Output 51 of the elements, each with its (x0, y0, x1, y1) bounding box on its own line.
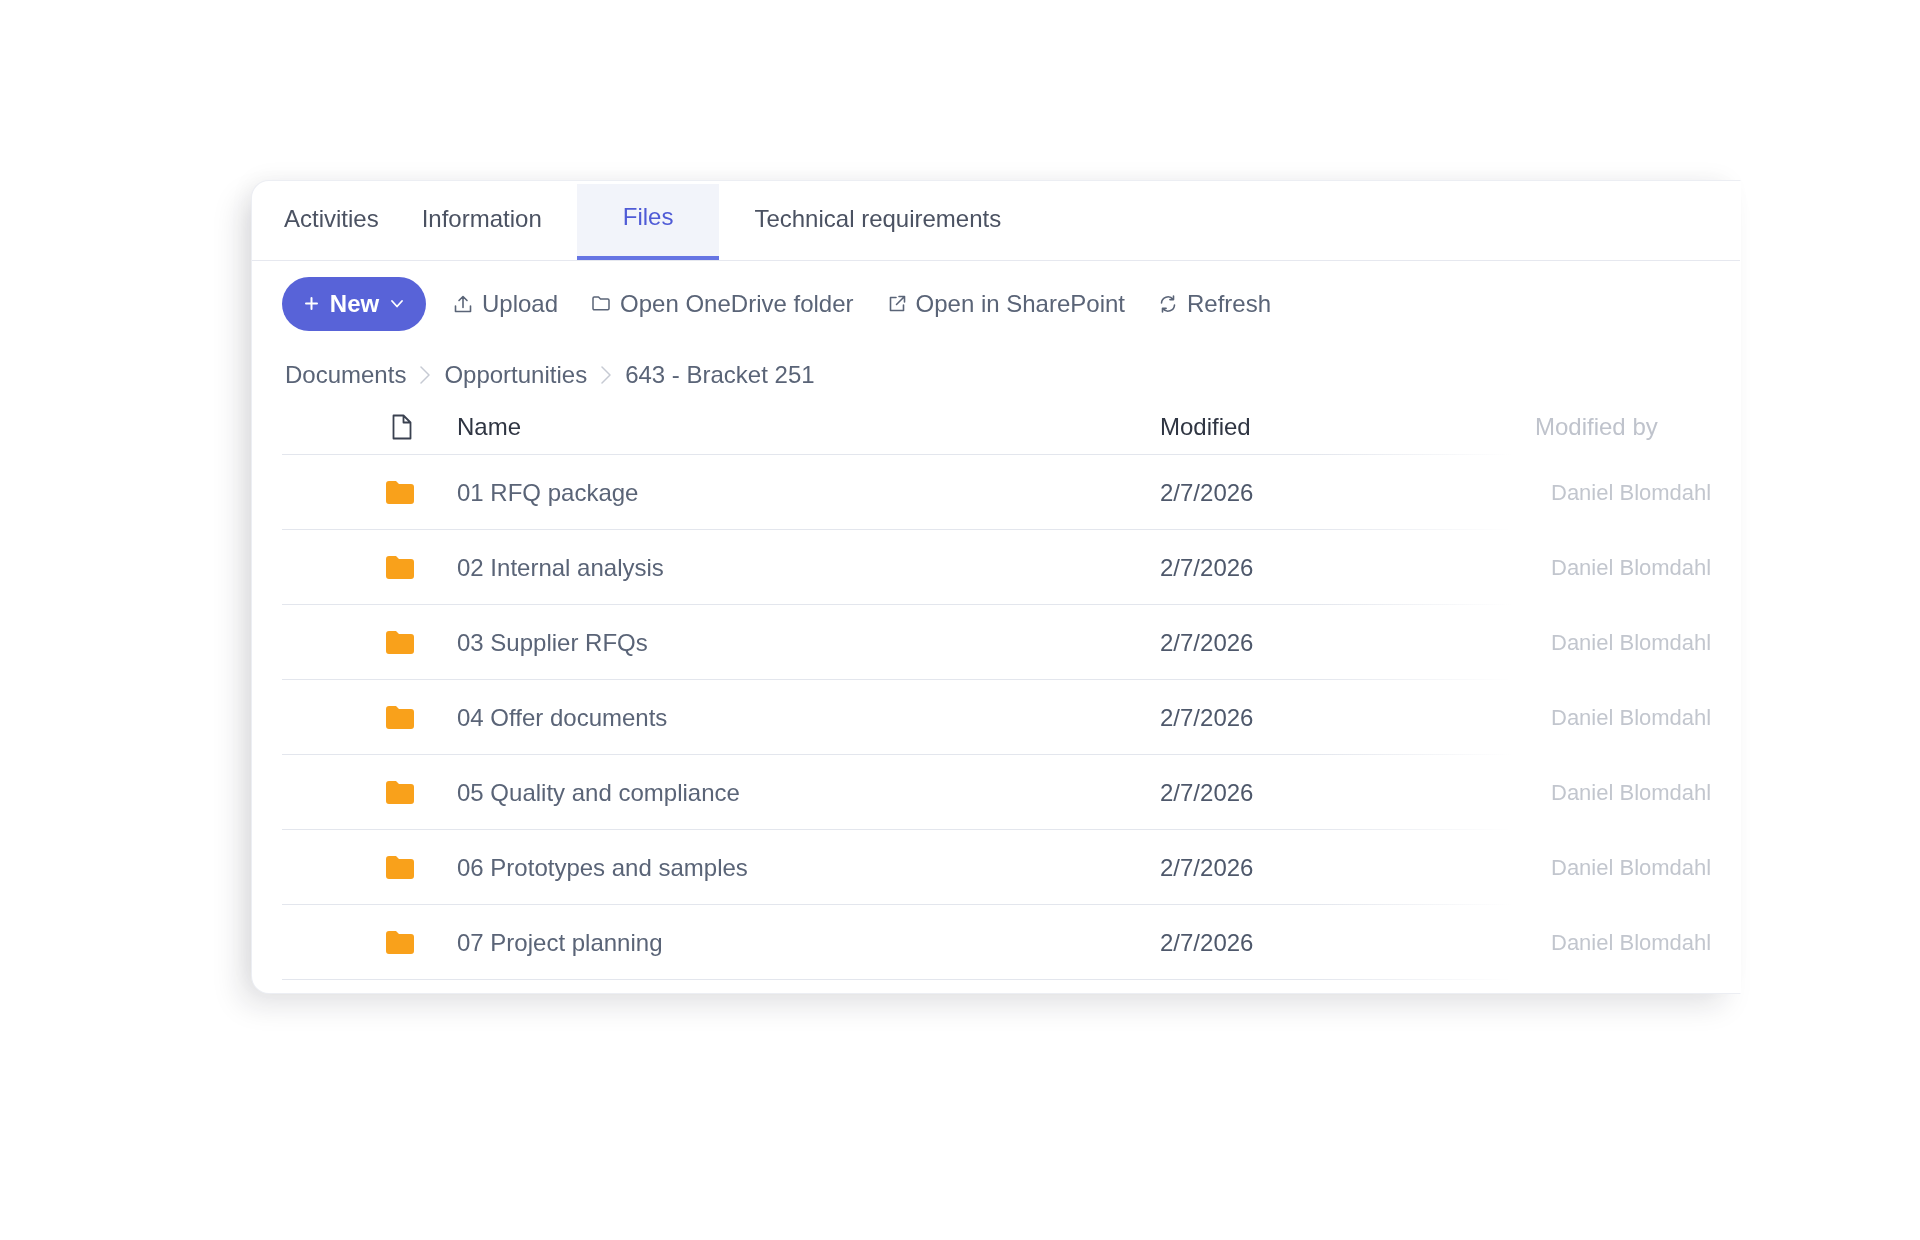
modified-date: 2/7/2026 (1160, 628, 1254, 657)
modified-date: 2/7/2026 (1160, 478, 1254, 507)
open-folder-button[interactable]: Open OneDrive folder (586, 286, 860, 321)
new-button[interactable]: New (282, 276, 426, 331)
column-header[interactable]: Name (457, 412, 522, 441)
modified-by-name: Daniel Blomdahl (1551, 929, 1712, 956)
folder-name[interactable]: 04 Offer documents (457, 703, 668, 732)
modified-by-name: Daniel Blomdahl (1551, 479, 1712, 506)
column-header[interactable]: Modified (1160, 412, 1251, 441)
folder-icon (386, 931, 414, 954)
modified-date: 2/7/2026 (1160, 928, 1254, 957)
folder-name[interactable]: 02 Internal analysis (457, 553, 664, 582)
folder-icon (386, 481, 414, 504)
folder-icon (386, 856, 414, 879)
folder-icon (592, 296, 611, 311)
modified-date: 2/7/2026 (1160, 703, 1254, 732)
folder-icon (386, 781, 414, 804)
refresh-icon (1159, 294, 1177, 313)
external-link-icon (887, 294, 906, 313)
breadcrumb-current: 643 - Bracket 251 (625, 361, 815, 389)
upload-button[interactable]: Upload (448, 286, 565, 321)
tab[interactable]: Technical requirements (746, 201, 1010, 237)
modified-by-name: Daniel Blomdahl (1551, 704, 1712, 731)
folder-name[interactable]: 03 Supplier RFQs (457, 628, 648, 657)
breadcrumb-link[interactable]: Opportunities (444, 361, 588, 389)
folder-name[interactable]: 07 Project planning (457, 928, 663, 957)
file-icon (392, 413, 412, 440)
tab[interactable]: Information (413, 201, 550, 237)
chevron-right-icon (420, 366, 431, 384)
folder-name[interactable]: 06 Prototypes and samples (457, 853, 748, 882)
modified-by-name: Daniel Blomdahl (1551, 629, 1712, 656)
modified-date: 2/7/2026 (1160, 853, 1254, 882)
modified-by-name: Daniel Blomdahl (1551, 854, 1712, 881)
modified-date: 2/7/2026 (1160, 778, 1254, 807)
plus-icon (304, 297, 318, 310)
chevron-down-icon (391, 299, 404, 308)
folder-icon (386, 556, 414, 579)
modified-by-name: Daniel Blomdahl (1551, 779, 1712, 806)
folder-name[interactable]: 05 Quality and compliance (457, 778, 740, 807)
chevron-right-icon (601, 366, 612, 384)
modified-date: 2/7/2026 (1160, 553, 1254, 582)
upload-icon (454, 294, 472, 313)
folder-name[interactable]: 01 RFQ package (457, 478, 639, 507)
modified-by-name: Daniel Blomdahl (1551, 554, 1712, 581)
folder-icon (386, 706, 414, 729)
tab[interactable]: Activities (276, 201, 387, 237)
open-external-button[interactable]: Open in SharePoint (881, 286, 1131, 321)
folder-icon (386, 631, 414, 654)
breadcrumb-link[interactable]: Documents (285, 361, 407, 389)
tab[interactable]: Files (576, 184, 720, 260)
refresh-button[interactable]: Refresh (1153, 286, 1278, 321)
